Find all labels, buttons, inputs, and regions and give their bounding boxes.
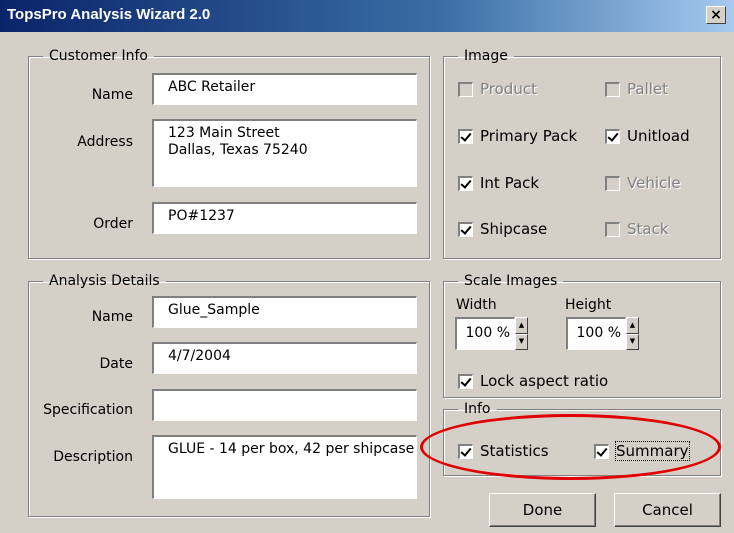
order-label: Order [93,216,133,232]
address-label: Address [77,134,133,150]
analysis-name-field[interactable]: Glue_Sample [152,296,417,328]
customer-info-legend: Customer Info [49,48,148,64]
cancel-button[interactable]: Cancel [614,493,721,527]
stack-label: Stack [627,220,669,238]
pallet-checkbox-box [605,81,620,97]
window-title: TopsPro Analysis Wizard 2.0 [7,6,211,23]
summary-label: Summary [615,441,690,461]
height-spinner[interactable]: 100 % ▲ ▼ [566,317,639,350]
info-group: Info [443,401,721,476]
date-label: Date [99,356,133,372]
image-legend: Image [464,48,508,64]
lock-aspect-ratio-checkbox[interactable]: Lock aspect ratio [458,372,608,390]
pallet-checkbox[interactable]: Pallet [605,80,668,98]
vehicle-label: Vehicle [627,174,681,192]
height-label: Height [565,297,612,313]
customer-name-label: Name [91,87,133,103]
height-down-arrow-icon[interactable]: ▼ [626,333,639,350]
pallet-label: Pallet [627,80,669,98]
primary-pack-checkbox[interactable]: Primary Pack [458,127,577,145]
analysis-name-label: Name [91,309,133,325]
lock-aspect-label: Lock aspect ratio [480,372,609,390]
shipcase-label: Shipcase [480,220,548,238]
width-up-arrow-icon[interactable]: ▲ [515,317,528,334]
unitload-check-icon [605,128,620,144]
unitload-label: Unitload [627,127,690,145]
specification-label: Specification [43,402,133,418]
product-checkbox[interactable]: Product [458,80,537,98]
int-pack-label: Int Pack [480,174,540,192]
primary-pack-label: Primary Pack [480,127,578,145]
primary-pack-check-icon [458,128,473,144]
address-field[interactable]: 123 Main Street Dallas, Texas 75240 [152,119,417,187]
done-button[interactable]: Done [489,493,596,527]
summary-checkbox[interactable]: Summary [594,441,690,461]
close-icon: × [710,7,722,23]
specification-field[interactable] [152,389,417,421]
description-field[interactable]: GLUE - 14 per box, 42 per shipcase [152,435,417,499]
product-label: Product [480,80,537,98]
scale-images-legend: Scale Images [464,273,558,289]
height-value[interactable]: 100 % [566,317,626,350]
stack-checkbox[interactable]: Stack [605,220,669,238]
statistics-check-icon [458,443,473,459]
close-button[interactable]: × [706,6,726,24]
width-label: Width [456,297,497,313]
info-legend: Info [464,401,491,417]
width-spinner[interactable]: 100 % ▲ ▼ [455,317,528,350]
order-field[interactable]: PO#1237 [152,202,417,234]
date-field[interactable]: 4/7/2004 [152,342,417,374]
shipcase-check-icon [458,221,473,237]
product-checkbox-box [458,81,473,97]
int-pack-check-icon [458,175,473,191]
height-up-arrow-icon[interactable]: ▲ [626,317,639,334]
statistics-label: Statistics [480,442,549,460]
analysis-details-legend: Analysis Details [49,273,160,289]
vehicle-checkbox-box [605,175,620,191]
stack-checkbox-box [605,221,620,237]
description-label: Description [53,449,133,465]
unitload-checkbox[interactable]: Unitload [605,127,690,145]
statistics-checkbox[interactable]: Statistics [458,442,549,460]
title-bar: TopsPro Analysis Wizard 2.0 × [0,0,734,32]
width-value[interactable]: 100 % [455,317,515,350]
summary-check-icon [594,443,609,459]
width-down-arrow-icon[interactable]: ▼ [515,333,528,350]
int-pack-checkbox[interactable]: Int Pack [458,174,539,192]
vehicle-checkbox[interactable]: Vehicle [605,174,681,192]
lock-aspect-check-icon [458,373,473,389]
customer-name-field[interactable]: ABC Retailer [152,73,417,105]
shipcase-checkbox[interactable]: Shipcase [458,220,547,238]
